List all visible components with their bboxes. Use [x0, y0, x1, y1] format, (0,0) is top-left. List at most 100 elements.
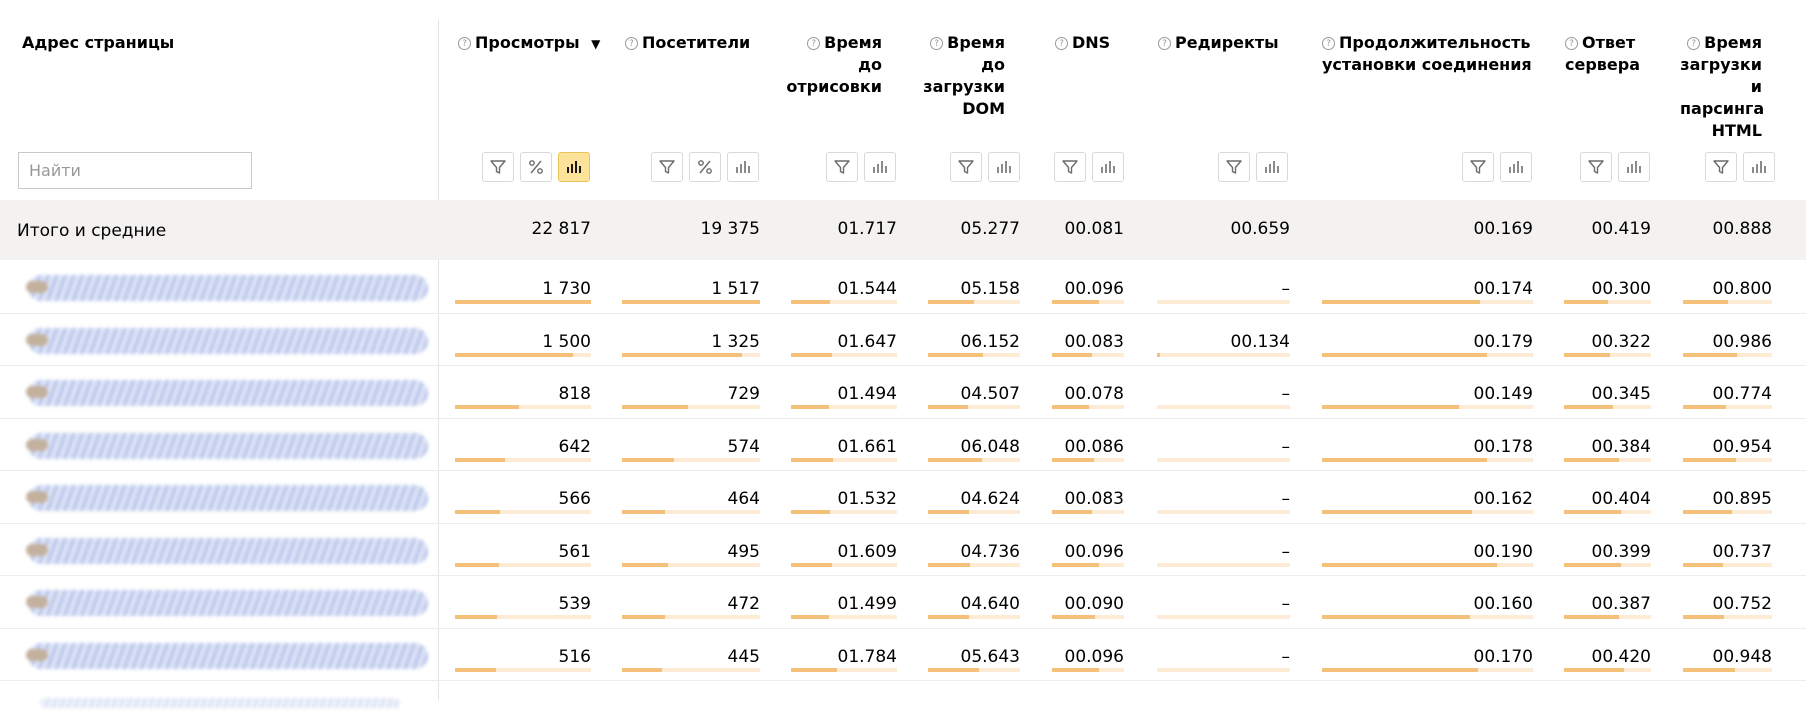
bar-fill: [1322, 510, 1472, 514]
chart-button[interactable]: [864, 152, 896, 182]
help-icon[interactable]: ?: [930, 37, 944, 50]
bar-fill: [1322, 615, 1470, 619]
bar-track: [1322, 405, 1533, 409]
bar-fill: [1683, 300, 1728, 304]
bar-track: [1157, 457, 1290, 462]
bar-fill: [455, 405, 519, 409]
bar-fill: [791, 562, 833, 567]
column-header-url[interactable]: Адрес страницы: [22, 32, 174, 54]
page-url-link[interactable]: [26, 642, 428, 669]
bar-fill: [622, 405, 689, 409]
filter-icon: [1225, 158, 1243, 176]
filter-icon: [1061, 158, 1079, 176]
header-dom-line: загрузки: [923, 77, 1005, 96]
column-header-render[interactable]: ? Время до отрисовки: [780, 32, 882, 98]
cell-visitors: 464: [727, 489, 760, 509]
filter-button[interactable]: [1462, 152, 1494, 182]
chart-button[interactable]: [558, 152, 590, 182]
column-header-dns[interactable]: ? DNS: [1055, 32, 1110, 54]
totals-visitors: 19 375: [700, 219, 760, 239]
cell-dns: 00.096: [1064, 646, 1124, 667]
cell-views: 561: [558, 541, 591, 562]
row-divider: [0, 522, 1806, 524]
cell-dns: 00.083: [1064, 489, 1124, 509]
column-header-redirects[interactable]: ? Редиректы: [1158, 32, 1279, 54]
filter-button[interactable]: [826, 152, 858, 182]
chart-button[interactable]: [1618, 152, 1650, 182]
bar-fill: [1564, 562, 1621, 567]
chart-button[interactable]: [988, 152, 1020, 182]
chart-button[interactable]: [1256, 152, 1288, 182]
chart-button[interactable]: [1743, 152, 1775, 182]
bar-fill: [622, 300, 760, 304]
percent-button[interactable]: [520, 152, 552, 182]
bar-fill: [791, 615, 830, 619]
bar-fill: [928, 405, 969, 409]
page-url-link[interactable]: [26, 327, 428, 354]
help-icon[interactable]: ?: [1158, 37, 1171, 50]
filter-button[interactable]: [482, 152, 514, 182]
bar-track: [1564, 562, 1651, 567]
cell-html: 00.737: [1712, 541, 1772, 562]
filter-button[interactable]: [1580, 152, 1612, 182]
chart-button[interactable]: [1092, 152, 1124, 182]
page-url-link[interactable]: [26, 275, 428, 301]
column-header-dom[interactable]: ? Время до загрузки DOM: [920, 32, 1005, 120]
help-icon[interactable]: ?: [625, 37, 638, 50]
bar-chart-icon: [1750, 158, 1768, 176]
bar-track: [1157, 562, 1290, 567]
header-html-line: парсинга: [1680, 99, 1765, 118]
filter-icon: [1469, 158, 1487, 176]
filter-button[interactable]: [1054, 152, 1086, 182]
bar-fill: [1052, 405, 1090, 409]
filter-icon: [833, 158, 851, 176]
bar-track: [1564, 405, 1651, 409]
bar-fill: [928, 667, 979, 672]
column-header-server[interactable]: ? Ответ сервера: [1565, 32, 1640, 76]
bar-fill: [622, 562, 668, 567]
filter-button[interactable]: [1218, 152, 1250, 182]
bar-track: [1564, 352, 1651, 357]
chart-button[interactable]: [1500, 152, 1532, 182]
help-icon[interactable]: ?: [458, 37, 471, 50]
header-dns-label: DNS: [1072, 33, 1111, 52]
cell-redirects: 00.134: [1230, 331, 1290, 352]
bar-chart-icon: [1099, 158, 1117, 176]
help-icon[interactable]: ?: [1565, 37, 1578, 50]
page-url-link[interactable]: [26, 432, 428, 459]
header-dom-line: до: [981, 55, 1005, 74]
page-url-link[interactable]: [26, 485, 428, 511]
chart-button[interactable]: [727, 152, 759, 182]
page-url-link[interactable]: [26, 590, 428, 616]
bar-chart-icon: [871, 158, 889, 176]
bar-fill: [928, 352, 984, 357]
help-icon[interactable]: ?: [1322, 37, 1335, 50]
column-header-visitors[interactable]: ? Посетители: [625, 32, 750, 54]
help-icon[interactable]: ?: [1055, 37, 1068, 50]
column-header-connect[interactable]: ? Продолжительность установки соединения: [1322, 32, 1532, 76]
bar-track: [1322, 352, 1533, 357]
cell-visitors: 1 517: [711, 279, 760, 299]
bar-track: [1052, 615, 1124, 619]
help-icon[interactable]: ?: [1687, 37, 1701, 50]
cell-views: 642: [558, 436, 591, 457]
bar-fill: [1683, 562, 1724, 567]
bar-track: [928, 300, 1020, 304]
page-url-link[interactable]: [26, 537, 428, 564]
filter-button[interactable]: [1705, 152, 1737, 182]
bar-fill: [1322, 457, 1487, 462]
bar-track: [791, 300, 897, 304]
cell-redirects: –: [1281, 279, 1291, 299]
filter-button[interactable]: [651, 152, 683, 182]
page-url-link[interactable]: [26, 380, 428, 406]
help-icon[interactable]: ?: [807, 37, 821, 50]
bar-fill: [1564, 457, 1619, 462]
column-header-views[interactable]: ? Просмотры ▼: [458, 32, 600, 55]
bar-track: [1564, 300, 1651, 304]
bar-track: [1157, 615, 1290, 619]
percent-button[interactable]: [689, 152, 721, 182]
filter-button[interactable]: [950, 152, 982, 182]
bar-track: [928, 352, 1020, 357]
search-input[interactable]: [18, 152, 252, 189]
column-header-html[interactable]: ? Время загрузки и парсинга HTML: [1680, 32, 1765, 142]
